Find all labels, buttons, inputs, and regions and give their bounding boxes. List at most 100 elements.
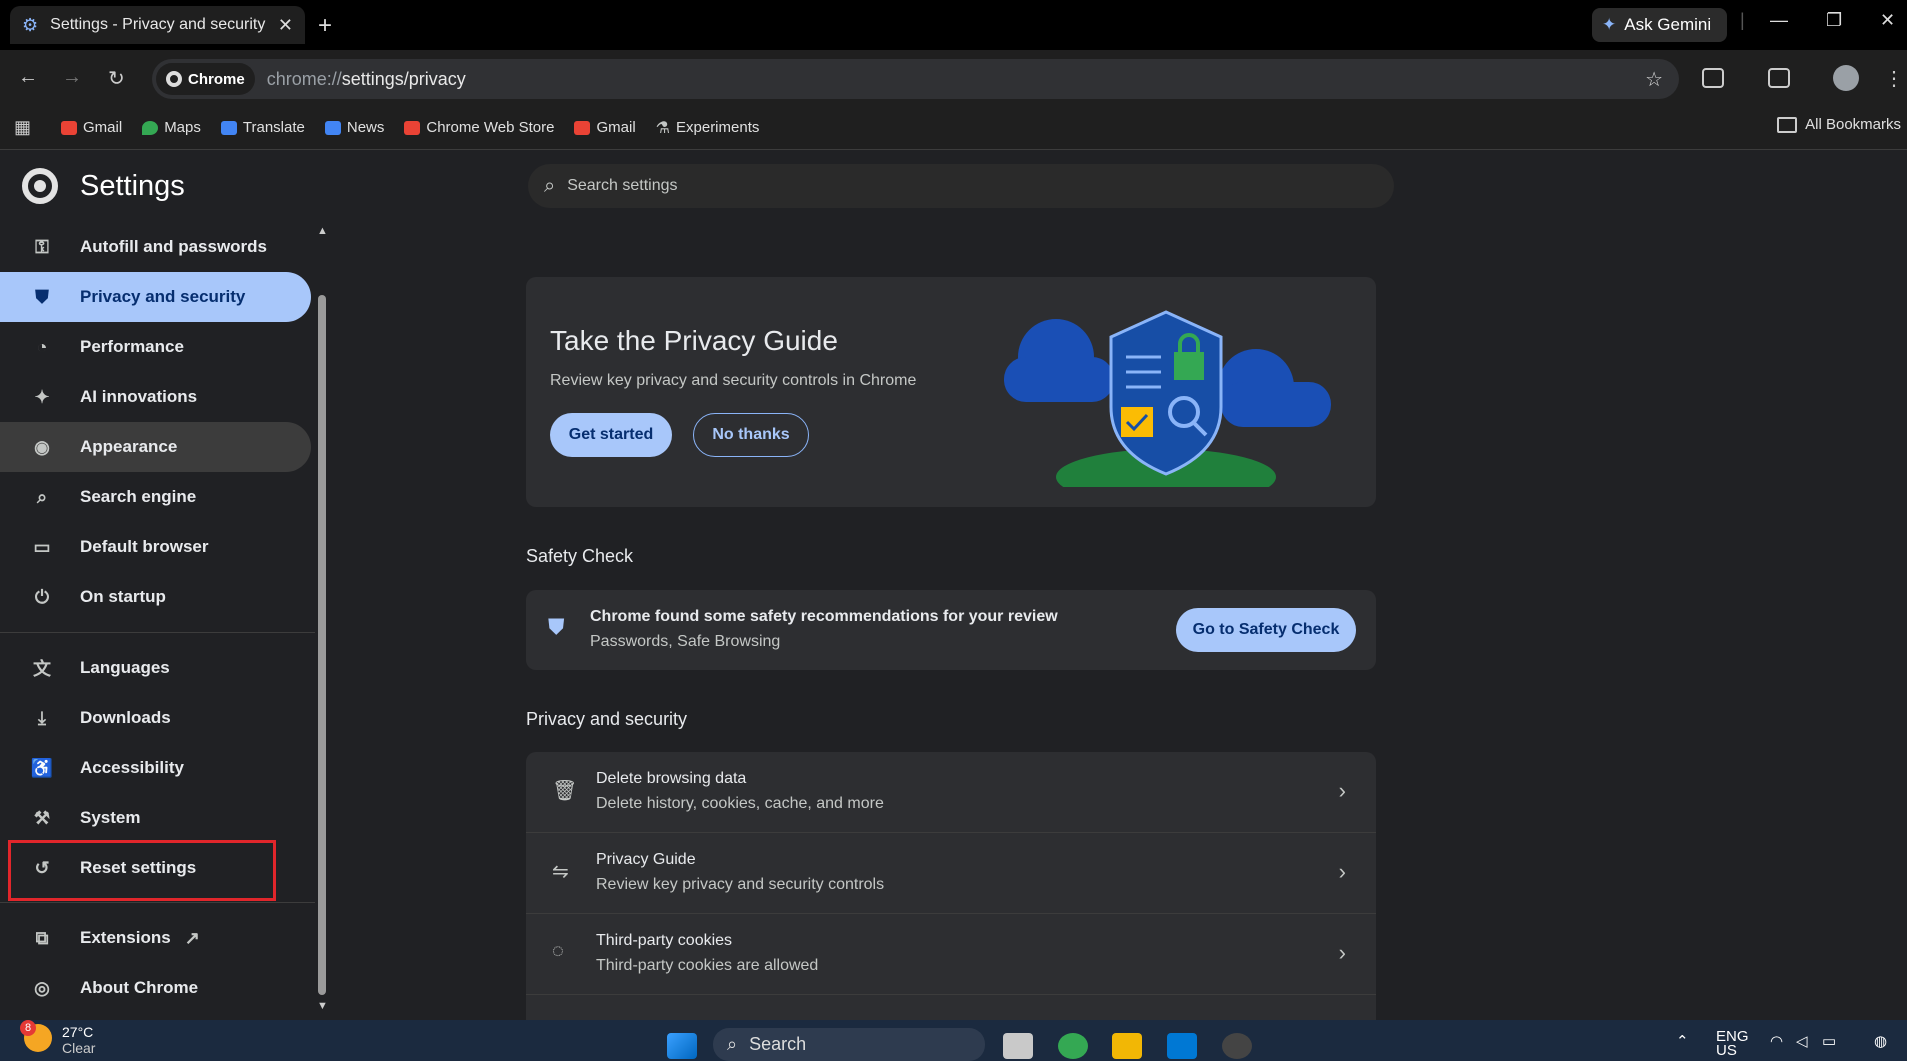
sidebar-item-ai[interactable]: ✦ AI innovations (0, 372, 311, 422)
bookmark-translate[interactable]: Translate (220, 119, 305, 136)
sidebar-item-extensions[interactable]: ⧉ Extensions ↗ (0, 913, 311, 963)
language-indicator[interactable]: ENG US (1716, 1029, 1749, 1058)
microsoft-store-icon[interactable] (1167, 1033, 1197, 1059)
minimize-icon[interactable]: — (1770, 10, 1788, 31)
site-chip[interactable]: Chrome (156, 63, 255, 95)
url-text[interactable]: chrome://settings/privacy (267, 69, 466, 90)
ask-gemini-button[interactable]: ✦ Ask Gemini (1592, 8, 1727, 42)
chrome-icon: ◎ (34, 977, 50, 998)
search-icon: ⌕ (544, 174, 556, 197)
safety-check-heading: Safety Check (526, 546, 634, 566)
task-view-icon[interactable] (1003, 1033, 1033, 1059)
privacy-guide-subtitle: Review key privacy and security controls… (550, 372, 917, 389)
title-bar: ⚙ Settings - Privacy and security ✕ + ✦ … (0, 0, 1907, 50)
row-privacy-guide[interactable]: ⇋ Privacy Guide Review key privacy and s… (526, 832, 1376, 912)
tab-search-icon[interactable] (1768, 68, 1790, 88)
new-tab-button[interactable]: + (318, 12, 332, 40)
sidebar-item-default-browser[interactable]: ▭ Default browser (0, 522, 311, 572)
bookmark-experiments[interactable]: ⚗ Experiments (656, 118, 760, 138)
reload-icon[interactable]: ↻ (108, 66, 125, 91)
sidebar-item-label: Performance (80, 337, 184, 356)
sidebar-item-label: System (80, 808, 141, 827)
translate-icon (220, 120, 237, 135)
extensions-puzzle-icon[interactable] (1702, 68, 1724, 88)
sidebar-scrollbar[interactable]: ▲ ▼ (316, 225, 328, 1015)
cookie-icon: ◌ (552, 940, 564, 962)
back-icon[interactable]: ← (18, 66, 38, 89)
all-bookmarks-button[interactable]: All Bookmarks (1777, 116, 1901, 133)
get-started-button[interactable]: Get started (550, 413, 672, 457)
notification-bell-icon[interactable]: ◍ (1874, 1032, 1887, 1050)
bookmark-label: Experiments (676, 119, 760, 136)
sidebar-item-downloads[interactable]: ⤓ Downloads (0, 693, 311, 743)
sidebar-item-performance[interactable]: ◔ Performance (0, 322, 311, 372)
site-chip-label: Chrome (188, 70, 245, 88)
sidebar-item-appearance[interactable]: ◉ Appearance (0, 422, 311, 472)
sidebar-item-privacy[interactable]: ⛊ Privacy and security (0, 272, 311, 322)
close-window-icon[interactable]: ✕ (1880, 10, 1895, 31)
scroll-down-arrow-icon[interactable]: ▼ (317, 1000, 328, 1012)
search-settings-input[interactable]: ⌕ Search settings (528, 164, 1394, 208)
bookmark-gmail[interactable]: Gmail (61, 119, 122, 136)
sidebar-item-autofill[interactable]: ⚿ Autofill and passwords (0, 222, 311, 272)
row-subtitle: Third-party cookies are allowed (596, 957, 819, 974)
safety-check-card: ⛊ Chrome found some safety recommendatio… (526, 590, 1376, 670)
sidebar-divider (0, 902, 315, 903)
row-partial[interactable] (526, 994, 1376, 1020)
tab-close-icon[interactable]: ✕ (278, 15, 293, 36)
volume-icon[interactable]: ◁ (1796, 1032, 1808, 1050)
go-to-safety-check-button[interactable]: Go to Safety Check (1176, 608, 1356, 652)
weather-desc: Clear (62, 1040, 96, 1056)
bookmark-star-icon[interactable]: ☆ (1645, 67, 1663, 92)
tray-chevron-icon[interactable]: ⌃ (1676, 1032, 1689, 1050)
sidebar-item-label: About Chrome (80, 978, 199, 997)
bookmark-label: News (346, 119, 385, 136)
file-explorer-icon[interactable] (1112, 1033, 1142, 1059)
search-icon: ⌕ (727, 1034, 738, 1054)
wifi-icon[interactable]: ◠ (1770, 1032, 1783, 1050)
settings-title: Settings (80, 169, 185, 202)
palette-icon: ◉ (34, 436, 50, 457)
apps-grid-icon[interactable]: ▦ (14, 117, 31, 138)
row-title: Privacy Guide (596, 851, 696, 868)
bookmark-label: Maps (164, 119, 201, 136)
maps-icon (142, 120, 159, 135)
battery-icon[interactable]: ▭ (1822, 1032, 1836, 1050)
row-delete-browsing-data[interactable]: 🗑 Delete browsing data Delete history, c… (526, 752, 1376, 832)
bookmark-maps[interactable]: Maps (142, 119, 201, 136)
sidebar-item-languages[interactable]: 文 Languages (0, 643, 311, 693)
taskbar-search[interactable]: ⌕ Search (713, 1028, 985, 1061)
bookmark-gmail-2[interactable]: Gmail (574, 119, 636, 136)
address-bar[interactable]: Chrome chrome://settings/privacy ☆ (152, 59, 1679, 99)
search-placeholder: Search settings (567, 177, 678, 194)
scroll-up-arrow-icon[interactable]: ▲ (317, 225, 328, 237)
obs-icon[interactable] (1222, 1033, 1252, 1059)
no-thanks-button[interactable]: No thanks (693, 413, 809, 457)
privacy-guide-illustration (1004, 310, 1331, 487)
sidebar-item-accessibility[interactable]: ♿ Accessibility (0, 743, 311, 793)
row-third-party-cookies[interactable]: ◌ Third-party cookies Third-party cookie… (526, 913, 1376, 993)
forward-icon[interactable]: → (62, 66, 82, 89)
puzzle-icon: ⧉ (35, 927, 49, 948)
scrollbar-thumb[interactable] (318, 295, 326, 995)
annotation-highlight-box (8, 840, 276, 901)
chrome-taskbar-icon[interactable] (1058, 1033, 1088, 1059)
bookmark-label: Chrome Web Store (426, 119, 555, 136)
profile-avatar[interactable] (1833, 65, 1859, 91)
sidebar-item-search-engine[interactable]: ⌕ Search engine (0, 472, 311, 522)
speedometer-icon: ◔ (36, 336, 48, 357)
restore-icon[interactable]: ❐ (1826, 10, 1842, 31)
key-icon: ⚿ (35, 236, 49, 257)
bookmark-web-store[interactable]: Chrome Web Store (404, 119, 554, 136)
windows-start-icon[interactable] (667, 1033, 697, 1059)
sidebar-divider (0, 632, 315, 633)
weather-widget[interactable]: 8 27°C Clear (20, 1020, 96, 1056)
sidebar-item-system[interactable]: ⚒ System (0, 793, 311, 843)
bookmark-news[interactable]: News (324, 119, 385, 136)
privacy-guide-card: Take the Privacy Guide Review key privac… (526, 277, 1376, 507)
sidebar-item-on-startup[interactable]: ⏻ On startup (0, 572, 311, 622)
kebab-menu-icon[interactable]: ⋮ (1884, 66, 1904, 91)
safety-check-subtitle: Passwords, Safe Browsing (590, 633, 781, 650)
tab-settings[interactable]: ⚙ Settings - Privacy and security ✕ (10, 6, 305, 44)
sidebar-item-about[interactable]: ◎ About Chrome (0, 963, 311, 1013)
